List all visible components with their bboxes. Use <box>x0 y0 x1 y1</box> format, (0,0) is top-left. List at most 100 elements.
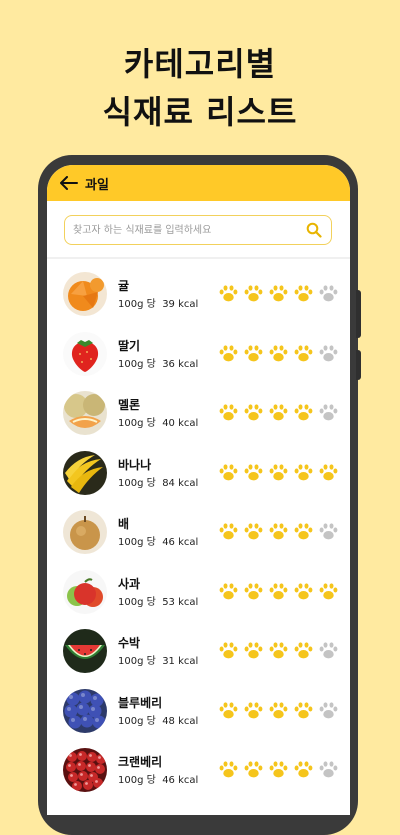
paw-filled-icon <box>294 761 313 778</box>
list-item[interactable]: 크랜베리 100g 당 46 kcal <box>47 741 350 799</box>
list-item[interactable]: 사과 100g 당 53 kcal <box>47 563 350 621</box>
paw-filled-icon <box>269 642 288 659</box>
paw-filled-icon <box>269 761 288 778</box>
paw-filled-icon <box>219 642 238 659</box>
search-bar <box>64 215 332 245</box>
paw-filled-icon <box>219 523 238 540</box>
paw-filled-icon <box>219 582 238 600</box>
fruit-thumbnail <box>63 629 107 673</box>
paw-filled-icon <box>244 285 263 302</box>
item-calories: 100g 당 48 kcal <box>118 712 198 727</box>
item-kcal: 40 kcal <box>162 418 199 429</box>
item-unit: 100g 당 <box>118 358 156 370</box>
paw-filled-icon <box>294 404 313 421</box>
search-input[interactable] <box>65 215 303 245</box>
item-kcal: 31 kcal <box>162 656 199 667</box>
paw-empty-icon <box>319 344 338 362</box>
promo-headline: 카테고리별 식재료 리스트 <box>0 40 400 136</box>
paw-filled-icon <box>269 463 288 481</box>
item-unit: 100g 당 <box>118 715 156 727</box>
item-kcal: 46 kcal <box>162 775 199 786</box>
paw-filled-icon <box>319 582 338 600</box>
search-divider <box>47 257 350 259</box>
paw-rating <box>219 582 344 600</box>
paw-filled-icon <box>294 285 313 302</box>
paw-filled-icon <box>319 463 338 481</box>
headline-line-2: 식재료 리스트 <box>102 93 298 131</box>
paw-filled-icon <box>244 463 263 481</box>
phone-screen: 과일 귤 100g 당 39 kcal 딸기 100g 당 36 kcal 멜론 100g… <box>47 165 350 815</box>
fruit-thumbnail <box>63 331 107 376</box>
paw-filled-icon <box>294 701 313 719</box>
paw-filled-icon <box>269 523 288 540</box>
phone-volume-button <box>356 290 361 338</box>
search-icon[interactable] <box>303 219 325 241</box>
fruit-thumbnail <box>63 450 107 495</box>
list-item[interactable]: 블루베리 100g 당 48 kcal <box>47 682 350 740</box>
item-kcal: 84 kcal <box>162 477 199 489</box>
paw-filled-icon <box>269 285 288 302</box>
paw-filled-icon <box>219 344 238 362</box>
item-kcal: 39 kcal <box>162 299 199 310</box>
paw-rating <box>219 761 344 778</box>
page-title: 과일 <box>85 177 109 193</box>
paw-rating <box>219 285 344 302</box>
paw-filled-icon <box>294 344 313 362</box>
item-name: 멜론 <box>118 398 141 412</box>
paw-filled-icon <box>269 344 288 362</box>
item-kcal: 48 kcal <box>162 715 199 727</box>
item-unit: 100g 당 <box>118 537 156 548</box>
headline-line-1: 카테고리별 <box>123 45 277 83</box>
item-name: 블루베리 <box>118 695 163 710</box>
item-name: 사과 <box>118 576 141 591</box>
paw-filled-icon <box>269 582 288 600</box>
fruit-thumbnail <box>63 272 107 316</box>
paw-rating <box>219 701 344 719</box>
list-item[interactable]: 멜론 100g 당 40 kcal <box>47 384 350 442</box>
paw-rating <box>219 404 344 421</box>
item-name: 딸기 <box>118 338 141 353</box>
paw-empty-icon <box>319 404 338 421</box>
list-item[interactable]: 딸기 100g 당 36 kcal <box>47 325 350 383</box>
item-kcal: 46 kcal <box>162 537 199 548</box>
list-item[interactable]: 배 100g 당 46 kcal <box>47 503 350 561</box>
paw-filled-icon <box>269 404 288 421</box>
item-name: 수박 <box>118 636 141 650</box>
paw-empty-icon <box>319 761 338 778</box>
paw-filled-icon <box>244 701 263 719</box>
item-calories: 100g 당 40 kcal <box>118 414 198 429</box>
paw-filled-icon <box>294 463 313 481</box>
item-calories: 100g 당 46 kcal <box>118 771 198 786</box>
item-calories: 100g 당 31 kcal <box>118 652 198 667</box>
paw-filled-icon <box>269 701 288 719</box>
paw-rating <box>219 344 344 362</box>
paw-rating <box>219 463 344 481</box>
paw-empty-icon <box>319 642 338 659</box>
fruit-thumbnail <box>63 748 107 792</box>
paw-filled-icon <box>219 404 238 421</box>
item-calories: 100g 당 53 kcal <box>118 593 198 608</box>
item-unit: 100g 당 <box>118 656 156 667</box>
paw-empty-icon <box>319 523 338 540</box>
paw-filled-icon <box>294 523 313 540</box>
list-item[interactable]: 수박 100g 당 31 kcal <box>47 622 350 680</box>
list-item[interactable]: 귤 100g 당 39 kcal <box>47 265 350 323</box>
paw-filled-icon <box>244 761 263 778</box>
phone-power-button <box>356 350 361 380</box>
item-kcal: 36 kcal <box>162 358 199 370</box>
item-unit: 100g 당 <box>118 596 156 608</box>
paw-filled-icon <box>219 463 238 481</box>
item-name: 바나나 <box>118 457 152 472</box>
item-unit: 100g 당 <box>118 775 156 786</box>
item-unit: 100g 당 <box>118 418 156 429</box>
fruit-thumbnail <box>63 510 107 554</box>
paw-filled-icon <box>219 701 238 719</box>
fruit-thumbnail <box>63 688 107 733</box>
paw-rating <box>219 523 344 540</box>
paw-filled-icon <box>219 761 238 778</box>
paw-filled-icon <box>244 344 263 362</box>
paw-filled-icon <box>219 285 238 302</box>
paw-filled-icon <box>244 523 263 540</box>
list-item[interactable]: 바나나 100g 당 84 kcal <box>47 444 350 502</box>
back-arrow-icon[interactable] <box>59 173 79 193</box>
